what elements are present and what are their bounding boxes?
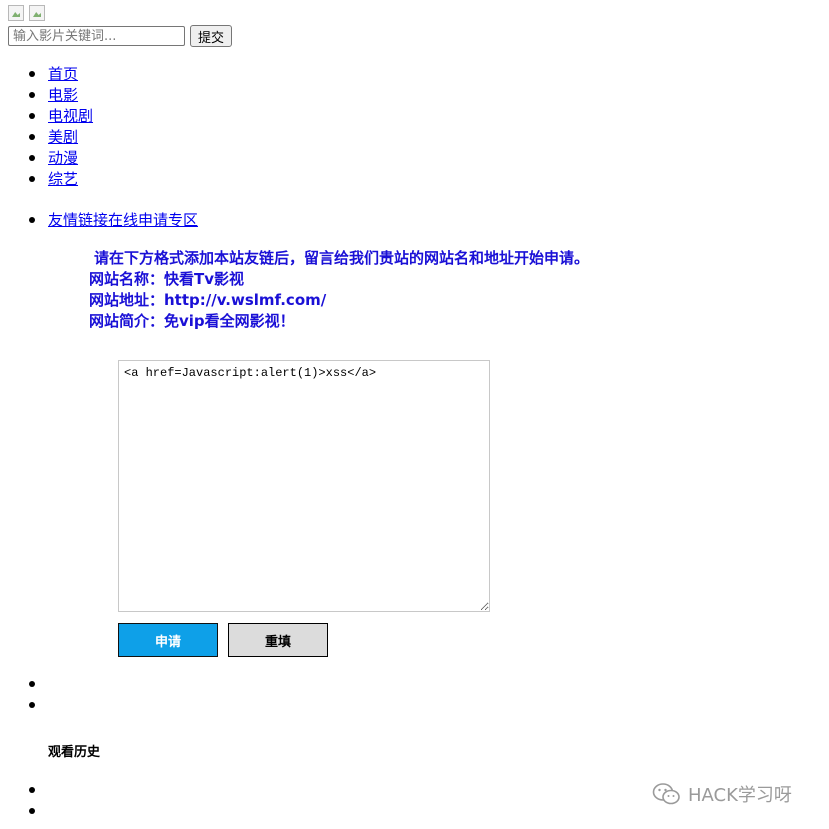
nav-link-variety[interactable]: 综艺 xyxy=(48,170,78,188)
broken-image-icon xyxy=(8,5,24,21)
section-item: 友情链接在线申请专区 xyxy=(0,210,198,231)
nav-item-anime: 动漫 xyxy=(0,148,93,169)
watermark: HACK学习呀 xyxy=(652,782,792,806)
nav-link-anime[interactable]: 动漫 xyxy=(48,149,78,167)
search-input[interactable] xyxy=(8,26,185,46)
reset-button[interactable]: 重填 xyxy=(228,623,328,657)
submit-button[interactable]: 提交 xyxy=(190,25,232,47)
nav-item-tv: 电视剧 xyxy=(0,106,93,127)
nav-item-variety: 综艺 xyxy=(0,169,93,190)
nav-item-us-tv: 美剧 xyxy=(0,127,93,148)
instruction-text: 请在下方格式添加本站友链后，留言给我们贵站的网站名和地址开始申请。 xyxy=(94,249,590,267)
list-item xyxy=(0,801,48,822)
link-textarea[interactable]: <a href=Javascript:alert(1)>xss</a> xyxy=(118,360,490,612)
nav-item-movies: 电影 xyxy=(0,85,93,106)
main-nav: 首页 电影 电视剧 美剧 动漫 综艺 xyxy=(0,64,93,190)
wechat-icon xyxy=(652,783,680,805)
broken-image-icon xyxy=(29,5,45,21)
list-item xyxy=(0,674,48,695)
apply-button[interactable]: 申请 xyxy=(118,623,218,657)
watermark-text: HACK学习呀 xyxy=(688,785,792,806)
section-list: 友情链接在线申请专区 xyxy=(0,210,198,231)
history-title: 观看历史 xyxy=(48,745,101,760)
site-intro-text: 网站简介：免vip看全网影视！ xyxy=(89,312,295,330)
apply-instructions: 请在下方格式添加本站友链后，留言给我们贵站的网站名和地址开始申请。 网站名称：快… xyxy=(89,248,589,332)
nav-item-home: 首页 xyxy=(0,64,93,85)
nav-link-movies[interactable]: 电影 xyxy=(48,86,78,104)
site-url-text: 网站地址：http://v.wslmf.com/ xyxy=(89,291,327,309)
list-item xyxy=(0,695,48,716)
site-name-text: 网站名称：快看Tv影视 xyxy=(89,270,245,288)
nav-link-home[interactable]: 首页 xyxy=(48,65,78,83)
nav-link-tv[interactable]: 电视剧 xyxy=(48,107,93,125)
history-list xyxy=(0,780,48,822)
list-item xyxy=(0,780,48,801)
empty-list xyxy=(0,674,48,716)
friend-link-apply-link[interactable]: 友情链接在线申请专区 xyxy=(48,211,198,229)
nav-link-us-tv[interactable]: 美剧 xyxy=(48,128,78,146)
